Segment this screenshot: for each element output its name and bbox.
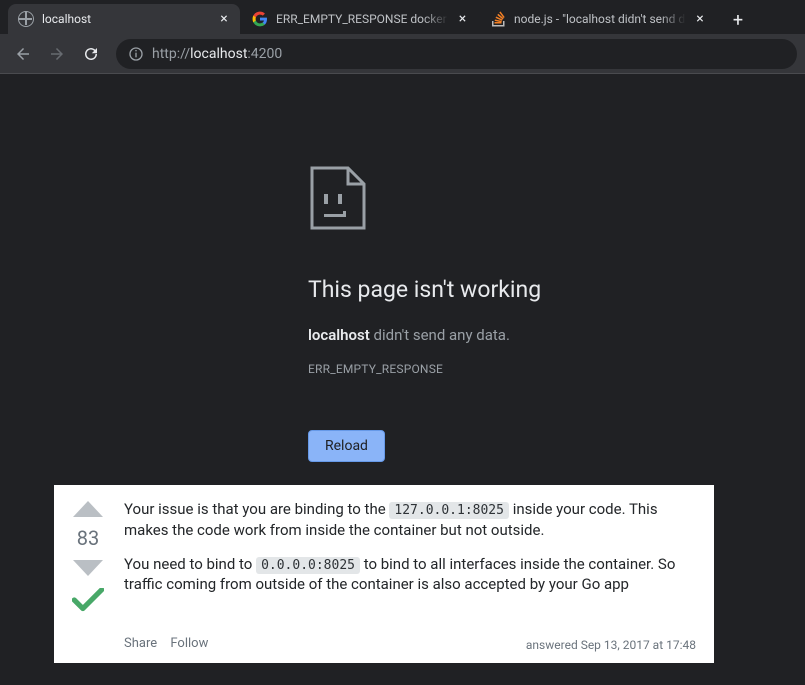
- site-info-icon[interactable]: [128, 46, 144, 62]
- tab-google-search[interactable]: ERR_EMPTY_RESPONSE docker "a ×: [242, 4, 478, 34]
- error-title: This page isn't working: [308, 276, 728, 304]
- answer-actions: Share Follow: [124, 635, 218, 653]
- vote-column: 83: [70, 499, 106, 653]
- tab-strip: localhost × ERR_EMPTY_RESPONSE docker "a…: [0, 0, 805, 34]
- new-tab-button[interactable]: +: [724, 6, 752, 34]
- upvote-button[interactable]: [71, 499, 105, 519]
- vote-score: 83: [77, 525, 99, 552]
- accepted-check-icon: [72, 588, 104, 617]
- answer-meta: answered Sep 13, 2017 at 17:48: [526, 637, 696, 653]
- url-host: localhost: [190, 46, 247, 62]
- tab-title: localhost: [42, 12, 210, 26]
- reload-page-button[interactable]: Reload: [308, 430, 385, 462]
- google-icon: [252, 11, 268, 27]
- toolbar: http://localhost:4200: [0, 34, 805, 74]
- tab-stackoverflow[interactable]: node.js - "localhost didn't send d ×: [480, 4, 716, 34]
- stackoverflow-answer: 83 Your issue is that you are binding to…: [54, 485, 714, 663]
- globe-icon: [18, 11, 34, 27]
- downvote-button[interactable]: [71, 558, 105, 578]
- stackoverflow-icon: [490, 11, 506, 27]
- url-port: :4200: [247, 46, 282, 62]
- close-icon[interactable]: ×: [216, 11, 232, 27]
- url-scheme: http://: [152, 46, 190, 62]
- answer-footer: Share Follow answered Sep 13, 2017 at 17…: [124, 635, 696, 653]
- error-subtext: didn't send any data.: [370, 326, 510, 344]
- reload-button[interactable]: [76, 39, 106, 69]
- forward-button[interactable]: [42, 39, 72, 69]
- code-inline: 0.0.0.0:8025: [256, 557, 360, 574]
- answer-paragraph-1: Your issue is that you are binding to th…: [124, 499, 696, 540]
- answer-paragraph-2: You need to bind to 0.0.0.0:8025 to bind…: [124, 554, 696, 595]
- tab-title: node.js - "localhost didn't send d: [514, 12, 686, 26]
- back-button[interactable]: [8, 39, 38, 69]
- url-bar[interactable]: http://localhost:4200: [116, 39, 797, 69]
- close-icon[interactable]: ×: [692, 11, 708, 27]
- answer-body: Your issue is that you are binding to th…: [124, 499, 696, 653]
- error-host: localhost: [308, 326, 370, 344]
- sad-file-icon: [308, 166, 728, 236]
- share-link[interactable]: Share: [124, 636, 157, 651]
- tab-localhost[interactable]: localhost ×: [8, 4, 240, 34]
- code-inline: 127.0.0.1:8025: [389, 502, 509, 519]
- tab-title: ERR_EMPTY_RESPONSE docker "a: [276, 12, 449, 26]
- follow-link[interactable]: Follow: [170, 636, 208, 651]
- error-page: This page isn't working localhost didn't…: [308, 166, 728, 462]
- close-icon[interactable]: ×: [455, 11, 470, 27]
- error-subtitle: localhost didn't send any data.: [308, 326, 728, 344]
- error-code: ERR_EMPTY_RESPONSE: [308, 362, 728, 376]
